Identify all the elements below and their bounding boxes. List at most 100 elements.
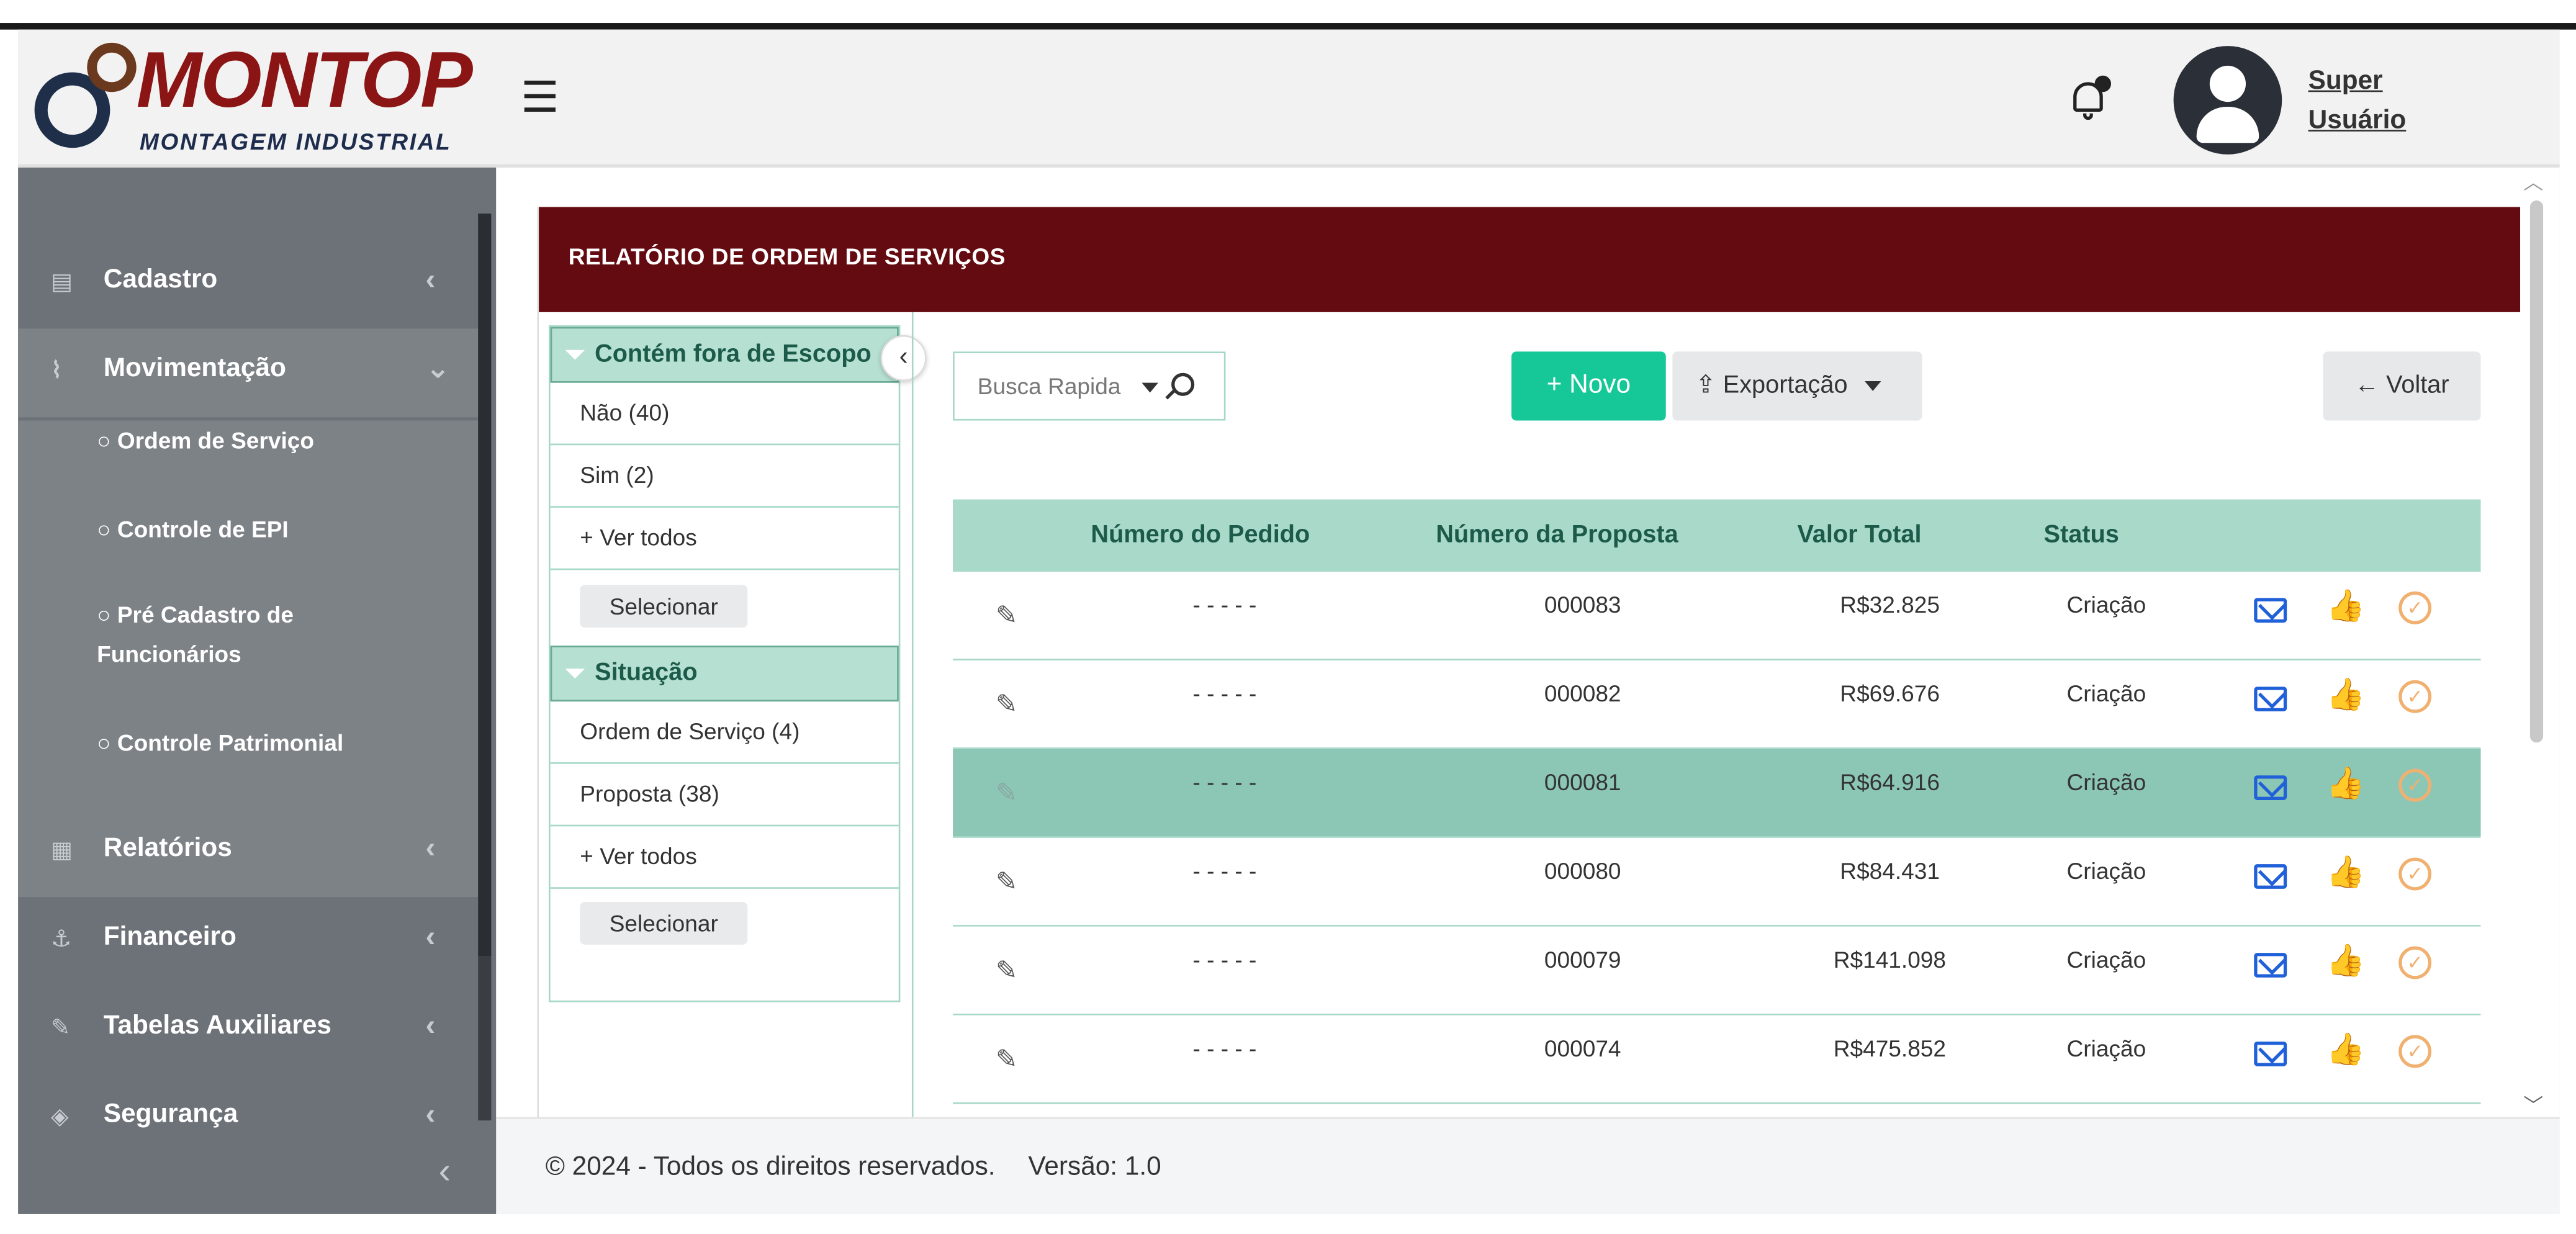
bell-clapper [2083, 113, 2093, 120]
column-header[interactable]: Número da Proposta [1436, 521, 1678, 549]
bell-icon[interactable] [2068, 75, 2114, 125]
mail-icon[interactable] [2254, 1042, 2287, 1066]
cell-valor: R$32.825 [1840, 591, 1940, 618]
sidebar-scroll-track [478, 956, 492, 1121]
new-button[interactable]: + Novo [1511, 351, 1666, 421]
table-row[interactable]: ✎ - - - - - 000079 R$141.098 Criação 👍 ✓ [953, 926, 2481, 1016]
version-text: Versão: 1.0 [1028, 1153, 1161, 1181]
check-circle-icon[interactable]: ✓ [2398, 680, 2432, 713]
filter-group-situacao-header[interactable]: Situação [550, 646, 899, 702]
sidebar-item-cadastro[interactable]: ▤ Cadastro ‹ [18, 240, 478, 328]
scroll-down-icon[interactable]: ﹀ [2523, 1091, 2543, 1119]
table-row[interactable]: ✎ - - - - - 000080 R$84.431 Criação 👍 ✓ [953, 837, 2481, 927]
thumbs-up-icon[interactable]: 👍 [2326, 857, 2366, 891]
edit-icon[interactable]: ✎ [996, 604, 1022, 631]
filter-ver-todos[interactable]: + Ver todos [550, 826, 899, 889]
filter-select-button[interactable]: Selecionar [580, 585, 748, 628]
filter-option-nao[interactable]: Não (40) [550, 383, 899, 446]
caret-down-icon [565, 669, 585, 679]
filter-panel: Contém fora de Escopo Não (40) Sim (2) +… [548, 325, 901, 1002]
table-row[interactable]: ✎ - - - - - 000083 R$32.825 Criação 👍 ✓ [953, 572, 2481, 660]
table-row[interactable]: ✎ - - - - - 000074 R$475.852 Criação 👍 ✓ [953, 1015, 2481, 1104]
sidebar-item-label: Cadastro [103, 266, 218, 294]
submenu-item-ordem-servico[interactable]: ○ Ordem de Serviço [97, 421, 475, 461]
edit-icon[interactable]: ✎ [996, 781, 1022, 808]
notification-dot [2094, 75, 2112, 92]
table-row-selected[interactable]: ✎ - - - - - 000081 R$64.916 Criação 👍 ✓ [953, 749, 2481, 838]
user-first-name[interactable]: Super [2308, 63, 2407, 102]
column-header[interactable]: Status [2043, 521, 2119, 549]
back-button[interactable]: ← Voltar [2323, 351, 2481, 421]
app-root: MONTOP MONTAGEM INDUSTRIAL ☰ Super Usuár… [0, 0, 2576, 1234]
wrench-icon: ✎ [51, 1014, 71, 1040]
report-card: RELATÓRIO DE ORDEM DE SERVIÇOS Contém fo… [537, 207, 2521, 1127]
sidebar-scrollbar[interactable] [478, 214, 492, 957]
sidebar-item-relatorios[interactable]: ▦ Relatórios ‹ [18, 808, 478, 897]
divider [911, 312, 914, 1127]
check-circle-icon[interactable]: ✓ [2398, 946, 2432, 980]
submenu-item-pre-cadastro[interactable]: ○ Pré Cadastro de Funcionários [97, 595, 343, 673]
collapse-filter-icon[interactable]: ‹ [880, 335, 927, 382]
sidebar-item-financeiro[interactable]: ⚓ Financeiro ‹ [18, 897, 478, 986]
cell-pedido: - - - - - [1192, 768, 1257, 796]
mail-icon[interactable] [2254, 864, 2287, 889]
table-header: Número do Pedido Número da Proposta Valo… [953, 499, 2481, 572]
chevron-left-icon: ‹ [425, 831, 436, 865]
cell-valor: R$69.676 [1840, 680, 1940, 707]
thumbs-up-icon[interactable]: 👍 [2326, 945, 2366, 979]
thumbs-up-icon[interactable]: 👍 [2326, 768, 2366, 802]
column-header[interactable]: Valor Total [1797, 521, 1921, 549]
check-circle-icon[interactable]: ✓ [2398, 857, 2432, 891]
mail-icon[interactable] [2254, 598, 2287, 623]
edit-icon[interactable]: ✎ [996, 958, 1022, 986]
filter-select-button[interactable]: Selecionar [580, 902, 748, 945]
thumbs-up-icon[interactable]: 👍 [2326, 590, 2366, 624]
filter-option-ordem-servico[interactable]: Ordem de Serviço (4) [550, 701, 899, 764]
page-footer: © 2024 - Todos os direitos reservados. Ve… [496, 1117, 2560, 1214]
hamburger-icon[interactable]: ☰ [521, 76, 559, 119]
cell-pedido: - - - - - [1192, 1035, 1257, 1061]
mail-icon[interactable] [2254, 687, 2287, 712]
sidebar-item-seguranca[interactable]: ◈ Segurança ‹ [18, 1074, 478, 1163]
search-icon[interactable] [1171, 372, 1195, 396]
edit-icon[interactable]: ✎ [996, 693, 1022, 719]
cell-proposta: 000083 [1544, 591, 1621, 618]
search-input[interactable]: Busca Rapida [953, 351, 1226, 421]
cell-status: Criação [2066, 857, 2146, 884]
submenu-item-controle-epi[interactable]: ○ Controle de EPI [97, 509, 475, 549]
submenu-item-controle-patrimonial[interactable]: ○ Controle Patrimonial [97, 723, 475, 763]
column-header[interactable]: Número do Pedido [1091, 521, 1310, 549]
company-logo[interactable]: MONTOP MONTAGEM INDUSTRIAL [25, 36, 485, 164]
cell-pedido: - - - - - [1192, 857, 1257, 884]
scroll-up-icon[interactable]: ︿ [2523, 168, 2543, 196]
user-last-name[interactable]: Usuário [2308, 102, 2407, 142]
filter-option-sim[interactable]: Sim (2) [550, 445, 899, 508]
table-row[interactable]: ✎ - - - - - 000082 R$69.676 Criação 👍 ✓ [953, 660, 2481, 749]
edit-icon[interactable]: ✎ [996, 870, 1022, 897]
user-name-link[interactable]: Super Usuário [2308, 63, 2407, 142]
filter-option-proposta[interactable]: Proposta (38) [550, 764, 899, 827]
export-button[interactable]: ⇪ Exportação [1672, 351, 1922, 421]
collapse-sidebar-icon[interactable]: ‹ [439, 1150, 451, 1193]
filter-ver-todos[interactable]: + Ver todos [550, 508, 899, 570]
sidebar-item-tabelas-auxiliares[interactable]: ✎ Tabelas Auxiliares ‹ [18, 986, 478, 1074]
avatar-head [2209, 65, 2246, 102]
mail-icon[interactable] [2254, 953, 2287, 978]
main-scrollbar[interactable] [2529, 200, 2544, 743]
check-circle-icon[interactable]: ✓ [2398, 1035, 2432, 1068]
sidebar-item-label: Movimentação [103, 354, 286, 383]
check-circle-icon[interactable]: ✓ [2398, 768, 2432, 802]
thumbs-up-icon[interactable]: 👍 [2326, 679, 2366, 713]
sidebar-item-movimentacao[interactable]: ⌇ Movimentação ⌄ [18, 328, 479, 418]
cell-pedido: - - - - - [1192, 680, 1257, 707]
cell-status: Criação [2066, 1035, 2146, 1061]
window-top [0, 0, 2576, 24]
edit-icon[interactable]: ✎ [996, 1047, 1022, 1074]
mail-icon[interactable] [2254, 775, 2287, 800]
filter-group-escopo-header[interactable]: Contém fora de Escopo [550, 327, 899, 383]
user-avatar[interactable] [2173, 46, 2282, 155]
cell-pedido: - - - - - [1192, 591, 1257, 618]
thumbs-up-icon[interactable]: 👍 [2326, 1034, 2366, 1068]
check-circle-icon[interactable]: ✓ [2398, 591, 2432, 624]
caret-down-icon[interactable] [1142, 382, 1158, 393]
